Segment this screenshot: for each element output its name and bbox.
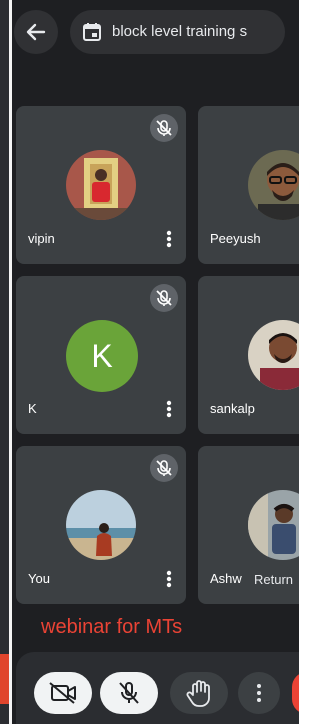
meeting-title-pill[interactable]: block level training s	[70, 10, 285, 54]
participant-name: Peeyush	[210, 231, 261, 246]
mic-off-icon	[119, 682, 139, 704]
meeting-title: block level training s	[112, 23, 248, 40]
camera-off-icon	[49, 682, 76, 704]
end-call-button[interactable]	[292, 672, 299, 714]
more-vert-icon	[257, 684, 261, 702]
mic-toggle-button[interactable]	[100, 672, 158, 714]
avatar	[66, 490, 136, 560]
raise-hand-button[interactable]	[170, 672, 228, 714]
participant-name: K	[28, 401, 37, 416]
meet-screenshot: block level training s vipin Peeyush K K…	[0, 0, 313, 724]
more-vert-icon[interactable]	[166, 400, 172, 418]
mic-off-icon	[150, 454, 178, 482]
more-vert-icon[interactable]	[166, 230, 172, 248]
avatar-initial: K	[91, 338, 113, 374]
participant-tile[interactable]: sankalp	[198, 276, 299, 434]
mic-off-icon	[150, 284, 178, 312]
avatar	[248, 150, 299, 220]
calendar-icon	[83, 23, 101, 41]
caption-text: webinar for MTs	[41, 616, 183, 638]
raise-hand-icon	[186, 680, 210, 707]
return-button[interactable]: Return	[244, 565, 294, 595]
participant-name: vipin	[28, 231, 55, 246]
more-vert-icon[interactable]	[166, 570, 172, 588]
participant-name: You	[28, 571, 50, 586]
arrow-left-icon	[26, 23, 46, 41]
call-controls-bar	[16, 652, 299, 724]
participant-name: sankalp	[210, 401, 255, 416]
avatar: K	[66, 320, 138, 392]
avatar	[248, 320, 299, 390]
participant-tile[interactable]: Peeyush	[198, 106, 299, 264]
participant-tile[interactable]: K K	[16, 276, 186, 434]
avatar	[66, 150, 136, 220]
left-edge-strip	[0, 0, 9, 724]
more-options-button[interactable]	[238, 672, 280, 714]
mic-off-icon	[150, 114, 178, 142]
right-edge-strip	[299, 0, 313, 724]
participant-tile[interactable]: vipin	[16, 106, 186, 264]
back-button[interactable]	[14, 10, 58, 54]
avatar	[248, 490, 299, 560]
camera-toggle-button[interactable]	[34, 672, 92, 714]
participant-tile[interactable]: You	[16, 446, 186, 604]
participant-name: Ashw	[210, 571, 242, 586]
meeting-screen: block level training s vipin Peeyush K K…	[12, 0, 299, 724]
